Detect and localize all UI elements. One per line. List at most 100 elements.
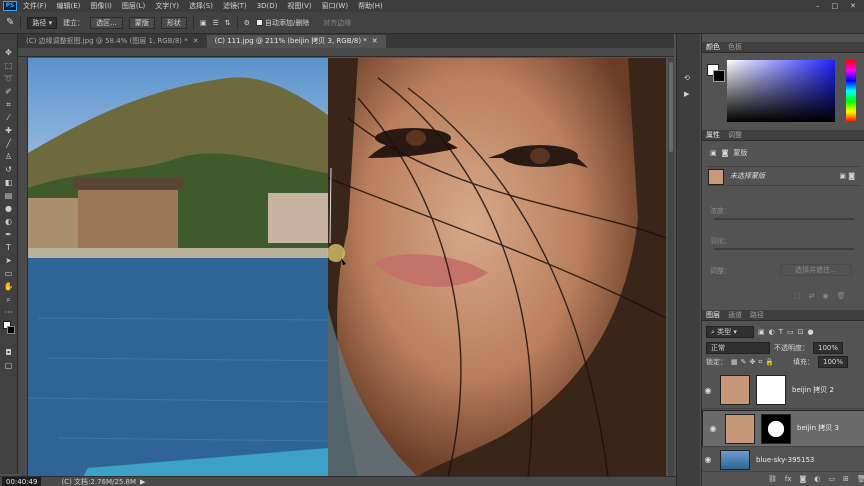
vertical-scrollbar[interactable] xyxy=(668,58,674,477)
lock-icons[interactable]: ▦✎✥⌗🔒 xyxy=(731,358,777,367)
gear-icon[interactable]: ⚙ xyxy=(244,19,250,27)
trash-icon[interactable]: 🗑 xyxy=(857,475,864,483)
document-info[interactable]: (C) 文档:2.76M/25.8M xyxy=(61,477,136,486)
fill-input[interactable]: 100% xyxy=(818,356,849,368)
layer-row[interactable]: ◉ beijin 拷贝 2 xyxy=(702,372,864,409)
path-alignment-icon[interactable]: ☰ xyxy=(212,19,218,27)
path-operations-icon[interactable]: ▣ xyxy=(200,19,207,27)
maximize-button[interactable]: □ xyxy=(832,2,839,10)
new-layer-icon[interactable]: ⊞ xyxy=(843,475,849,483)
menu-3d[interactable]: 3D(D) xyxy=(257,2,278,10)
quick-mask-icon[interactable]: ◘ xyxy=(3,348,14,358)
marquee-icon[interactable]: ⬚ xyxy=(3,61,14,71)
fx-icon[interactable]: fx xyxy=(785,475,792,483)
menu-type[interactable]: 文字(Y) xyxy=(155,1,179,11)
path-arrangement-icon[interactable]: ⇅ xyxy=(225,19,231,27)
color-picker-field[interactable] xyxy=(727,60,835,122)
screen-mode-icon[interactable]: ▢ xyxy=(3,361,14,371)
color-swatch-icon[interactable] xyxy=(3,321,15,339)
align-edges-checkbox[interactable]: 对齐边缘 xyxy=(323,18,351,28)
trash-icon[interactable]: 🗑 xyxy=(837,292,846,300)
gradient-icon[interactable]: ▤ xyxy=(3,191,14,201)
menu-filter[interactable]: 滤镜(T) xyxy=(223,1,247,11)
tab-layers[interactable]: 图层 xyxy=(706,310,720,320)
tab-channels[interactable]: 通道 xyxy=(728,310,742,320)
menu-select[interactable]: 选择(S) xyxy=(189,1,213,11)
tab-color[interactable]: 颜色 xyxy=(706,42,720,52)
adjustment-icon[interactable]: ◐ xyxy=(814,475,820,483)
pen-icon[interactable]: ✎ xyxy=(6,17,14,28)
folder-icon[interactable]: ▭ xyxy=(828,475,835,483)
blend-mode-select[interactable]: 正常 xyxy=(706,342,770,354)
menu-edit[interactable]: 编辑(E) xyxy=(57,1,81,11)
vector-mask-icon[interactable]: ◙ xyxy=(722,149,729,157)
feather-slider[interactable] xyxy=(714,248,854,250)
pen-icon[interactable]: ✒ xyxy=(3,230,14,240)
stamp-icon[interactable]: ♙ xyxy=(3,152,14,162)
menu-file[interactable]: 文件(F) xyxy=(23,1,47,11)
mode-select[interactable]: 路径 ▾ xyxy=(27,16,58,29)
background-color-swatch[interactable] xyxy=(713,70,725,82)
close-icon[interactable]: ✕ xyxy=(193,37,199,45)
tab-properties[interactable]: 属性 xyxy=(706,130,720,140)
close-button[interactable]: ✕ xyxy=(850,2,856,10)
tab-swatches[interactable]: 色板 xyxy=(728,42,742,52)
hue-slider[interactable] xyxy=(846,60,856,122)
layer-name[interactable]: beijin 拷贝 2 xyxy=(792,385,834,395)
type-icon[interactable]: T xyxy=(3,243,14,253)
eye-icon[interactable]: ◉ xyxy=(702,386,714,395)
more-tools-icon[interactable]: ··· xyxy=(3,308,14,318)
mask-button[interactable]: 蒙版 xyxy=(128,16,155,29)
selection-button[interactable]: 选区... xyxy=(90,16,123,29)
filter-icons[interactable]: ▣◐T▭⊡● xyxy=(758,328,818,336)
move-icon[interactable]: ✥ xyxy=(3,48,14,58)
invert-icon[interactable]: ⇄ xyxy=(809,292,815,300)
select-and-mask-button[interactable]: 选择并遮住... xyxy=(780,264,852,276)
shape-button[interactable]: 形状 xyxy=(160,16,187,29)
eye-icon[interactable]: ◉ xyxy=(707,424,719,433)
minimize-button[interactable]: – xyxy=(816,2,820,10)
healing-icon[interactable]: ✚ xyxy=(3,126,14,136)
path-select-icon[interactable]: ➤ xyxy=(3,256,14,266)
crop-icon[interactable]: ⌗ xyxy=(3,100,14,110)
lasso-icon[interactable]: ➰ xyxy=(3,74,14,84)
menu-layer[interactable]: 图层(L) xyxy=(122,1,145,11)
hand-icon[interactable]: ✋ xyxy=(3,282,14,292)
menu-view[interactable]: 视图(V) xyxy=(287,1,311,11)
zoom-icon[interactable]: ⌕ xyxy=(3,295,14,305)
mask-selector[interactable]: 未选择蒙版 ▣ ◙ xyxy=(706,166,861,186)
document-canvas[interactable] xyxy=(28,58,666,477)
tab-adjustments[interactable]: 调整 xyxy=(728,130,742,140)
layer-row-selected[interactable]: ◉ beijin 拷贝 3 xyxy=(702,410,864,447)
menu-help[interactable]: 帮助(H) xyxy=(358,1,383,11)
quick-select-icon[interactable]: ✐ xyxy=(3,87,14,97)
tab-document-1[interactable]: (C) 边缘调整抠图.jpg @ 58.4% (图层 1, RGB/8) * ✕ xyxy=(18,35,207,48)
layer-mask-thumbnail[interactable] xyxy=(761,413,791,444)
pixel-mask-icon[interactable]: ▣ xyxy=(710,149,717,157)
apply-mask-icon[interactable]: ▣ ◙ xyxy=(839,172,855,180)
history-icon[interactable]: ⟲ xyxy=(684,74,690,82)
history-brush-icon[interactable]: ↺ xyxy=(3,165,14,175)
link-icon[interactable]: ⛓ xyxy=(768,475,777,483)
layer-row[interactable]: ◉ blue-sky-395153 xyxy=(702,448,864,472)
eye-icon[interactable]: ◉ xyxy=(823,292,829,300)
layer-filter-select[interactable]: ⌕ 类型 ▾ xyxy=(706,326,754,338)
tab-document-2[interactable]: (C) 111.jpg @ 211% (beijin 拷贝 3, RGB/8) … xyxy=(206,35,386,48)
eyedropper-icon[interactable]: ⁄ xyxy=(3,113,14,123)
layer-name[interactable]: blue-sky-395153 xyxy=(756,456,814,464)
shape-icon[interactable]: ▭ xyxy=(3,269,14,279)
actions-icon[interactable]: ▶ xyxy=(684,90,689,98)
blur-icon[interactable]: ● xyxy=(3,204,14,214)
menu-image[interactable]: 图像(I) xyxy=(90,1,112,11)
status-arrow-icon[interactable]: ▶ xyxy=(140,478,145,486)
mask-icon[interactable]: ◙ xyxy=(800,475,807,483)
brush-icon[interactable]: ╱ xyxy=(3,139,14,149)
opacity-input[interactable]: 100% xyxy=(813,342,844,354)
tab-paths[interactable]: 路径 xyxy=(750,310,764,320)
dodge-icon[interactable]: ◐ xyxy=(3,217,14,227)
menu-window[interactable]: 窗口(W) xyxy=(322,1,348,11)
close-icon[interactable]: ✕ xyxy=(372,37,378,45)
eye-icon[interactable]: ◉ xyxy=(702,455,714,464)
selection-from-mask-icon[interactable]: ⬚ xyxy=(794,292,801,300)
auto-add-delete-checkbox[interactable]: 自动添加/删除 xyxy=(255,18,309,28)
